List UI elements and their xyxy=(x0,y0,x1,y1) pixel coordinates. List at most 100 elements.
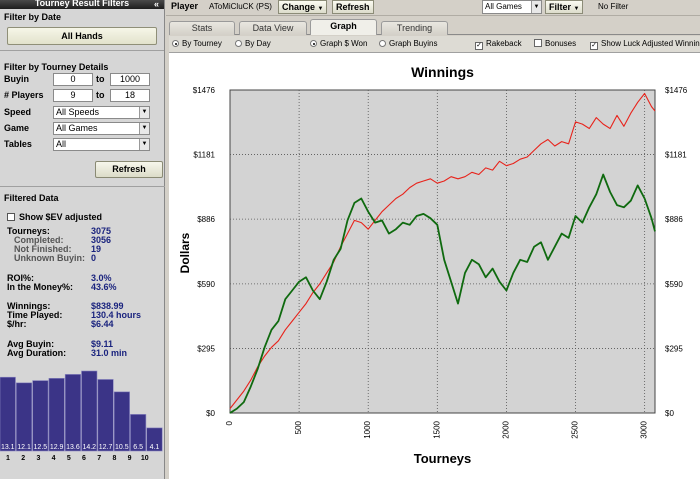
histogram-axis-label: 6 xyxy=(82,455,86,462)
rakeback-checkbox[interactable]: ✓ Rakeback xyxy=(475,39,522,50)
speed-label: Speed xyxy=(4,107,32,117)
buyin-from-input[interactable]: 0 xyxy=(53,73,93,86)
chevron-down-icon[interactable]: ▼ xyxy=(139,123,149,134)
histogram-value-label: 12.7 xyxy=(99,444,113,451)
histogram-axis-label: 2 xyxy=(21,455,25,462)
x-tick-label: 0 xyxy=(225,420,234,425)
checkmark-icon: ✓ xyxy=(590,42,598,50)
games-select[interactable]: All Games ▼ xyxy=(482,0,542,14)
filter-label: Filter xyxy=(549,2,572,12)
speed-select[interactable]: All Speeds ▼ xyxy=(53,106,150,119)
divider xyxy=(0,50,164,51)
filter-button[interactable]: Filter ▼ xyxy=(545,0,584,14)
finish-histogram: 13.1 12.1 12.5 12.9 13.6 14.2 12.7 10.5 6.5 4.1 1 2… xyxy=(0,370,163,462)
refresh-filters-button[interactable]: Refresh xyxy=(95,161,163,178)
histogram-axis-label: 9 xyxy=(128,455,132,462)
tab-trending[interactable]: Trending xyxy=(381,21,448,35)
y-axis-label: Dollars xyxy=(178,232,192,273)
collapse-icon[interactable]: « xyxy=(154,0,159,9)
speed-row: Speed All Speeds ▼ xyxy=(4,106,164,119)
histogram-value-label: 12.9 xyxy=(50,444,64,451)
tables-value: All xyxy=(56,139,67,149)
histogram-axis-label: 3 xyxy=(36,455,40,462)
x-tick-label: 500 xyxy=(294,420,303,434)
tab-data-view[interactable]: Data View xyxy=(239,21,307,35)
y-tick-label-left: $886 xyxy=(197,215,215,224)
luck-adjusted-checkbox[interactable]: ✓ Show Luck Adjusted Winnings xyxy=(590,39,700,50)
by-tourney-radio[interactable]: By Tourney xyxy=(172,39,222,48)
y-tick-label-left: $590 xyxy=(197,280,215,289)
radio-off-icon xyxy=(379,40,386,47)
y-tick-label-right: $590 xyxy=(665,280,683,289)
panel-title-text: Tourney Result Filters xyxy=(34,0,130,8)
chart-title: Winnings xyxy=(411,64,474,80)
graph-buyins-label: Graph Buyins xyxy=(389,39,438,48)
view-tabs: Stats Data View Graph Trending xyxy=(169,19,700,35)
graph-buyins-radio[interactable]: Graph Buyins xyxy=(379,39,437,48)
stat-label: In the Money%: xyxy=(7,282,74,292)
y-tick-label-right: $886 xyxy=(665,215,683,224)
histogram-bar xyxy=(32,380,49,452)
tab-graph[interactable]: Graph xyxy=(310,19,377,35)
tab-stats[interactable]: Stats xyxy=(169,21,235,35)
graph-won-radio[interactable]: Graph $ Won xyxy=(310,39,367,48)
histogram-bar xyxy=(81,370,98,452)
stat-value: $6.44 xyxy=(91,319,114,329)
bonuses-checkbox[interactable]: Bonuses xyxy=(534,39,576,48)
histogram-axis-label: 1 xyxy=(6,455,10,462)
stat-value: 0 xyxy=(91,253,97,263)
filter-panel: Tourney Result Filters « Filter by Date … xyxy=(0,0,165,479)
chevron-down-icon[interactable]: ▼ xyxy=(139,139,149,150)
rakeback-label: Rakeback xyxy=(486,39,522,48)
all-hands-button[interactable]: All Hands xyxy=(7,27,157,45)
player-name: AToMiCluCK (PS) xyxy=(209,2,272,11)
filter-by-date-heading: Filter by Date xyxy=(4,12,62,22)
chart-area: $0 $0 $295 $295 $590 $590 $886 $886 $1181 $1181 $1… xyxy=(169,52,700,479)
show-sev-toggle[interactable]: Show $EV adjusted xyxy=(7,212,102,222)
players-to-input[interactable]: 18 xyxy=(110,89,150,102)
bonuses-label: Bonuses xyxy=(545,39,577,48)
histogram-value-label: 13.6 xyxy=(66,444,80,451)
by-day-radio[interactable]: By Day xyxy=(235,39,271,48)
players-from-input[interactable]: 9 xyxy=(53,89,93,102)
histogram-bar xyxy=(97,379,114,452)
by-tourney-label: By Tourney xyxy=(182,39,222,48)
buyin-row: Buyin 0 to 1000 xyxy=(4,73,164,86)
histogram-value-label: 10.5 xyxy=(115,444,129,451)
tables-label: Tables xyxy=(4,139,32,149)
y-tick-label-left: $1181 xyxy=(193,151,215,160)
radio-on-icon xyxy=(172,40,179,47)
unchecked-box-icon xyxy=(534,39,542,47)
radio-on-icon xyxy=(310,40,317,47)
tables-select[interactable]: All ▼ xyxy=(53,138,150,151)
histogram-axis-label: 7 xyxy=(97,455,101,462)
histogram-bar xyxy=(64,374,81,452)
y-tick-label-right: $1181 xyxy=(665,151,687,160)
panel-title: Tourney Result Filters « xyxy=(0,0,164,9)
chevron-down-icon: ▼ xyxy=(573,6,580,12)
chevron-down-icon[interactable]: ▼ xyxy=(139,107,149,118)
sev-checkbox[interactable] xyxy=(7,213,15,221)
divider xyxy=(0,186,165,187)
x-tick-label: 2000 xyxy=(501,420,510,438)
game-row: Game All Games ▼ xyxy=(4,122,164,135)
buyin-to-input[interactable]: 1000 xyxy=(110,73,150,86)
stat-value: 43.6% xyxy=(91,282,117,292)
histogram-value-label: 13.1 xyxy=(1,444,15,451)
game-label: Game xyxy=(4,123,30,133)
buyin-label: Buyin xyxy=(4,74,30,84)
filter-status: No Filter xyxy=(598,2,629,11)
game-value: All Games xyxy=(56,123,98,133)
x-axis-label: Tourneys xyxy=(414,451,472,466)
histogram-value-label: 6.5 xyxy=(133,444,143,451)
change-player-button[interactable]: Change ▼ xyxy=(278,0,328,14)
x-tick-label: 3000 xyxy=(640,420,649,438)
chevron-down-icon[interactable]: ▼ xyxy=(531,1,541,13)
stat-label: $/hr: xyxy=(7,319,27,329)
game-select[interactable]: All Games ▼ xyxy=(53,122,150,135)
histogram-bar xyxy=(113,391,130,452)
y-tick-label-right: $295 xyxy=(665,344,683,353)
games-value: All Games xyxy=(485,2,522,11)
histogram-bar xyxy=(0,376,16,452)
refresh-button[interactable]: Refresh xyxy=(332,0,374,14)
